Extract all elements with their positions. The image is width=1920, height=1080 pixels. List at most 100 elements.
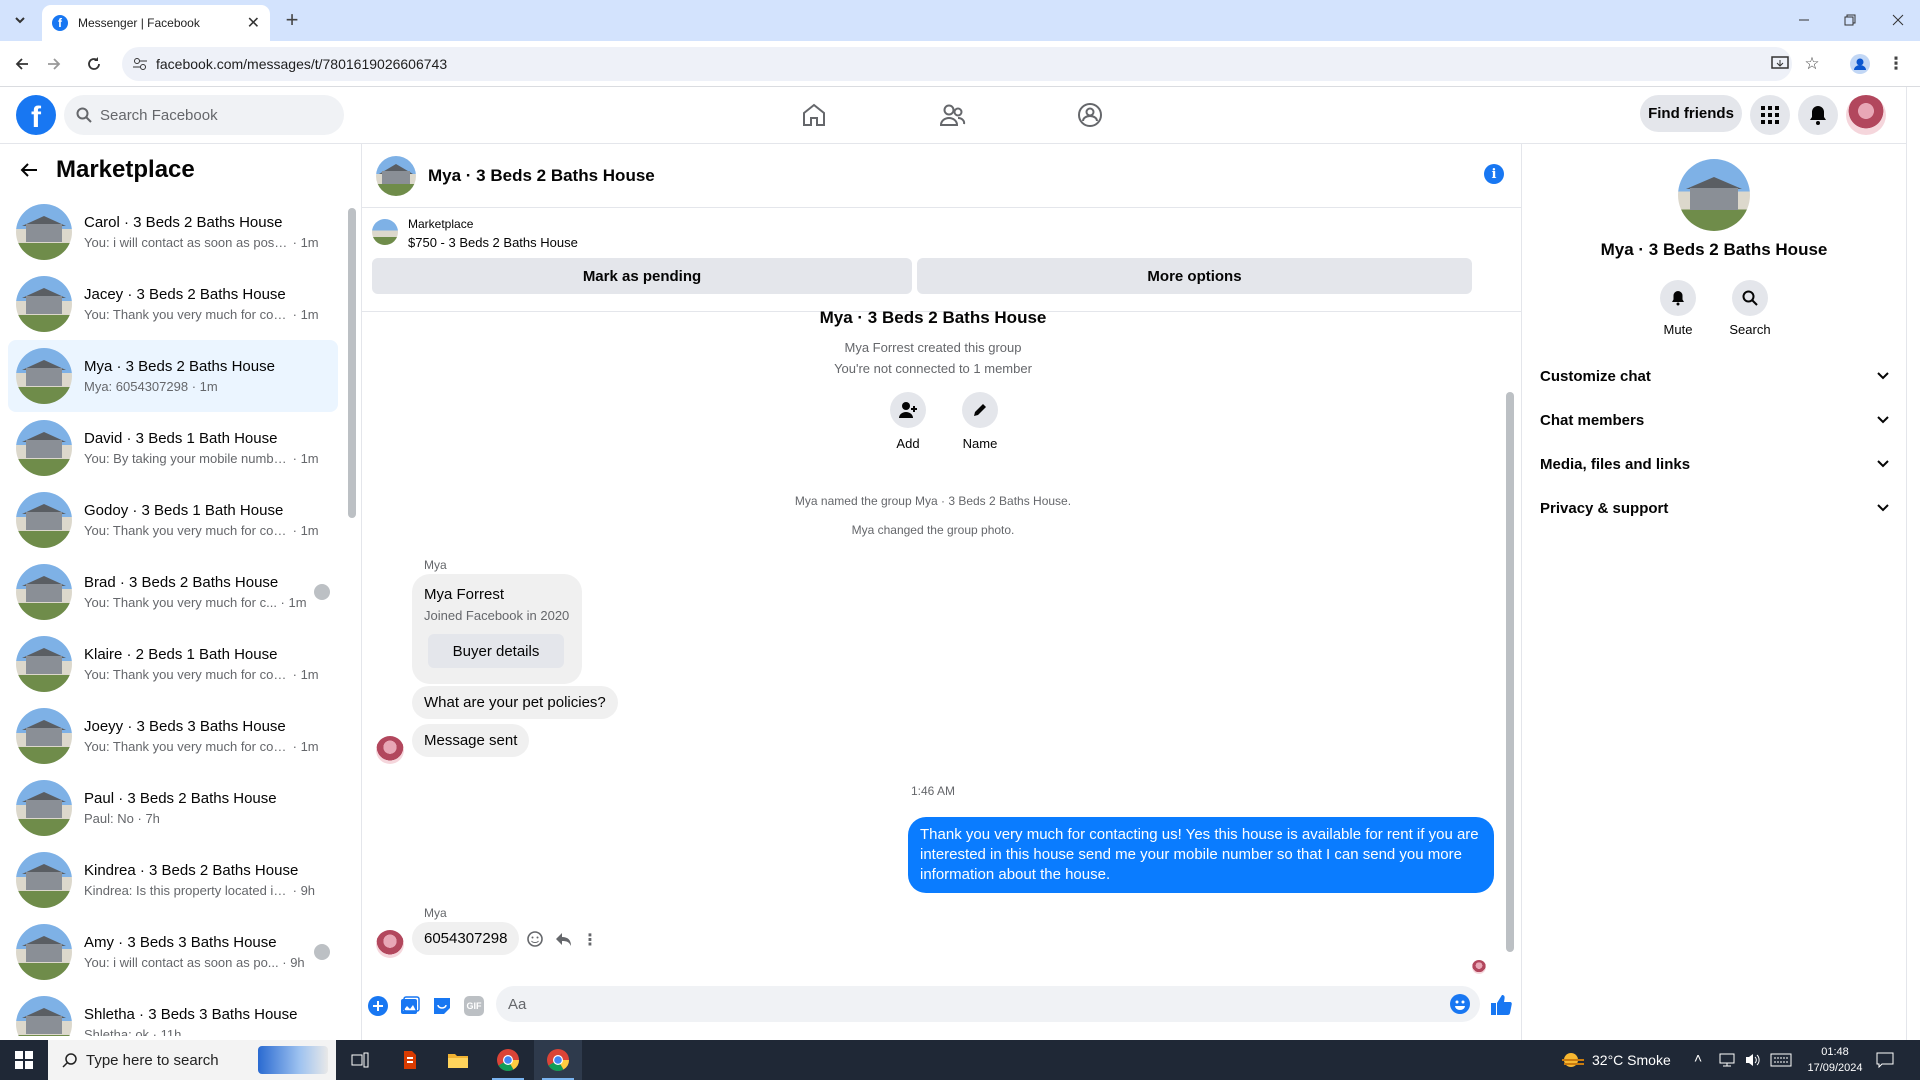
tab-close-icon[interactable]: ✕: [247, 13, 260, 33]
menu-grid-icon[interactable]: [1750, 95, 1790, 135]
keyboard-icon[interactable]: [1770, 1053, 1792, 1067]
conversation-avatar: [16, 852, 72, 908]
listing-thumbnail[interactable]: [372, 219, 398, 245]
notifications-bell-icon[interactable]: [1798, 95, 1838, 135]
conversation-item[interactable]: Paul · 3 Beds 2 Baths House Paul: No · 7h: [8, 772, 338, 844]
chat-title[interactable]: Mya · 3 Beds 2 Baths House: [428, 166, 655, 186]
bell-icon: [1660, 280, 1696, 316]
sender-avatar[interactable]: [376, 736, 404, 764]
gif-icon[interactable]: GIF: [464, 996, 484, 1016]
emoji-icon[interactable]: [1450, 994, 1470, 1014]
customize-chat-section[interactable]: Customize chat: [1540, 354, 1890, 398]
outgoing-message[interactable]: Thank you very much for contacting us! Y…: [908, 817, 1494, 893]
chrome-taskbar-icon-2[interactable]: [534, 1040, 582, 1080]
conversation-item[interactable]: Klaire · 2 Beds 1 Bath House You: Thank y…: [8, 628, 338, 700]
network-icon[interactable]: [1718, 1052, 1736, 1068]
conversation-item[interactable]: Amy · 3 Beds 3 Baths House You: i will co…: [8, 916, 338, 988]
account-avatar[interactable]: [1846, 95, 1886, 135]
buyer-details-button[interactable]: Buyer details: [428, 634, 564, 668]
tab-search-icon[interactable]: [6, 6, 34, 34]
add-member-button[interactable]: Add: [878, 392, 938, 451]
browser-menu-icon[interactable]: ⋮: [1882, 50, 1910, 78]
minimize-icon[interactable]: [1790, 6, 1818, 34]
page-scrollbar[interactable]: [1906, 87, 1920, 1040]
conversation-item[interactable]: Shletha · 3 Beds 3 Baths House Shletha: o…: [8, 988, 338, 1036]
conversation-preview: You: By taking your mobile numbe...: [84, 451, 289, 466]
task-view-icon[interactable]: [336, 1040, 384, 1080]
conversation-item[interactable]: Mya · 3 Beds 2 Baths House Mya: 605430729…: [8, 340, 338, 412]
search-in-conversation-button[interactable]: Search: [1726, 280, 1774, 337]
back-arrow-icon[interactable]: [20, 162, 38, 178]
taskbar-clock[interactable]: 01:48 17/09/2024: [1800, 1044, 1870, 1076]
separator-dot: ·: [278, 955, 291, 970]
sender-avatar-2[interactable]: [376, 930, 404, 958]
file-explorer-icon[interactable]: [434, 1040, 482, 1080]
friends-icon[interactable]: [938, 101, 966, 129]
conversation-info-icon[interactable]: i: [1484, 164, 1504, 184]
photo-icon[interactable]: [400, 996, 420, 1016]
browser-tab[interactable]: f Messenger | Facebook ✕: [42, 5, 270, 41]
message-sent-bubble[interactable]: Message sent: [412, 724, 530, 757]
message-input[interactable]: Aa: [496, 986, 1480, 1022]
install-app-icon[interactable]: [1766, 50, 1794, 78]
conversation-item[interactable]: Godoy · 3 Beds 1 Bath House You: Thank yo…: [8, 484, 338, 556]
chat-members-section[interactable]: Chat members: [1540, 398, 1890, 442]
more-options-button[interactable]: More options: [917, 258, 1472, 294]
mute-button[interactable]: Mute: [1654, 280, 1702, 337]
volume-icon[interactable]: [1744, 1052, 1762, 1068]
media-files-links-section[interactable]: Media, files and links: [1540, 442, 1890, 486]
chevron-down-icon: [1876, 503, 1890, 513]
conversation-item[interactable]: Carol · 3 Beds 2 Baths House You: i will …: [8, 196, 338, 268]
reply-icon[interactable]: [554, 930, 572, 948]
like-thumb-icon[interactable]: [1490, 994, 1512, 1016]
taskbar-search-icon: [62, 1052, 78, 1068]
conversation-item[interactable]: David · 3 Beds 1 Bath House You: By takin…: [8, 412, 338, 484]
chrome-taskbar-icon[interactable]: [484, 1040, 532, 1080]
conversation-item[interactable]: Brad · 3 Beds 2 Baths House You: Thank yo…: [8, 556, 338, 628]
group-photo[interactable]: [1678, 159, 1750, 231]
facebook-logo-icon[interactable]: f: [16, 95, 56, 135]
site-info-icon[interactable]: [132, 56, 148, 72]
react-emoji-icon[interactable]: [526, 930, 544, 948]
home-icon[interactable]: [800, 101, 828, 129]
sticker-icon[interactable]: [432, 996, 452, 1016]
back-icon[interactable]: [8, 50, 36, 78]
message-thread-scrollbar[interactable]: [1504, 312, 1516, 960]
group-name-heading: Mya · 3 Beds 2 Baths House: [819, 308, 1047, 327]
conversation-list-scrollbar[interactable]: [346, 196, 356, 1036]
chat-avatar[interactable]: [376, 155, 416, 196]
groups-icon[interactable]: [1076, 101, 1104, 129]
restore-icon[interactable]: [1836, 6, 1864, 34]
bookmark-star-icon[interactable]: ☆: [1798, 50, 1826, 78]
weather-icon[interactable]: [1560, 1050, 1586, 1070]
address-bar[interactable]: facebook.com/messages/t/7801619026606743: [122, 47, 1792, 81]
conversation-name: Paul · 3 Beds 2 Baths House: [84, 790, 277, 807]
listing-title[interactable]: $750 - 3 Beds 2 Baths House: [408, 235, 578, 250]
conversation-preview: Mya: 6054307298: [84, 379, 189, 394]
name-group-button[interactable]: Name: [950, 392, 1010, 451]
incoming-message[interactable]: What are your pet policies?: [412, 686, 618, 719]
conversation-item[interactable]: Jacey · 3 Beds 2 Baths House You: Thank y…: [8, 268, 338, 340]
find-friends-button[interactable]: Find friends: [1640, 95, 1742, 132]
conversation-avatar: [16, 420, 72, 476]
notification-center-icon[interactable]: [1876, 1052, 1894, 1068]
app-icon[interactable]: [386, 1040, 434, 1080]
windows-start-icon[interactable]: [0, 1040, 48, 1080]
taskbar-search-input[interactable]: Type here to search: [48, 1040, 336, 1080]
privacy-support-section[interactable]: Privacy & support: [1540, 486, 1890, 530]
conversation-item[interactable]: Joeyy · 3 Beds 3 Baths House You: Thank y…: [8, 700, 338, 772]
profile-icon[interactable]: [1846, 50, 1874, 78]
more-actions-icon[interactable]: ⋮: [582, 930, 598, 950]
reload-icon[interactable]: [80, 50, 108, 78]
close-window-icon[interactable]: [1884, 6, 1912, 34]
show-hidden-icons-icon[interactable]: ˄: [1694, 1050, 1702, 1066]
new-tab-icon[interactable]: +: [278, 6, 306, 34]
search-icon: [76, 107, 92, 123]
phone-number-message[interactable]: 6054307298: [412, 922, 520, 955]
conversation-item[interactable]: Kindrea · 3 Beds 2 Baths House Kindrea: I…: [8, 844, 338, 916]
mark-as-pending-button[interactable]: Mark as pending: [372, 258, 912, 294]
facebook-search-input[interactable]: Search Facebook: [64, 95, 344, 135]
forward-icon[interactable]: [40, 50, 68, 78]
weather-text[interactable]: 32°C Smoke: [1592, 1052, 1671, 1068]
plus-circle-icon[interactable]: [368, 996, 388, 1016]
